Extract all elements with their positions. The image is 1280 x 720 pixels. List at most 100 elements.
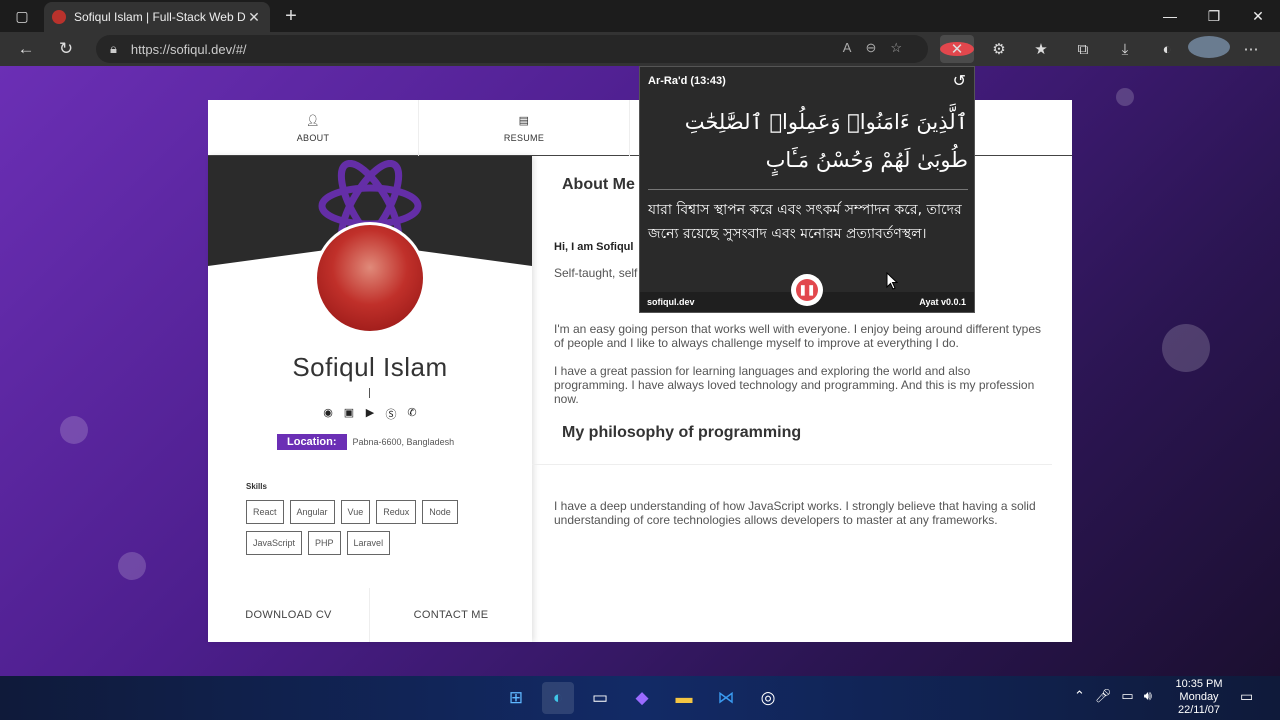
skill-tag: React <box>246 500 284 524</box>
youtube-icon[interactable]: ▶ <box>364 406 377 422</box>
extensions-icon[interactable]: ⚙ <box>978 40 1020 58</box>
volume-icon[interactable]: 🔊︎ <box>1144 688 1152 704</box>
browser-tab[interactable]: Sofiqul Islam | Full-Stack Web De ✕ <box>44 2 270 32</box>
arabic-verse: ٱلَّذِينَ ءَامَنُوا۟ وَعَمِلُوا۟ ٱلصَّٰل… <box>684 110 968 172</box>
phone-icon[interactable]: ✆ <box>406 406 419 422</box>
user-icon: 👤︎ <box>305 114 321 127</box>
download-cv-button[interactable]: DOWNLOAD CV <box>208 588 370 642</box>
system-tray: ⌃ 🎤︎ ▭ 🔊︎ <box>1074 688 1152 704</box>
tab-title: Sofiqul Islam | Full-Stack Web De <box>74 10 246 24</box>
about-heading: About Me <box>562 176 635 193</box>
file-explorer-icon[interactable]: ▬ <box>668 682 700 714</box>
restore-icon[interactable]: ❐ <box>1192 8 1236 25</box>
refresh-ayat-icon[interactable]: ↺ <box>953 71 966 91</box>
skill-tag: Vue <box>340 500 371 524</box>
location-value: Pabna-6600, Bangladesh <box>352 437 455 447</box>
profile-name: Sofiqul Islam <box>292 352 448 382</box>
footer-site[interactable]: sofiqul.dev <box>647 297 695 307</box>
favorites-icon[interactable]: ★ <box>1020 40 1062 58</box>
tab-actions-icon[interactable]: ▢ <box>0 0 44 32</box>
decor-bubble <box>60 416 88 444</box>
resume-icon: ▤ <box>518 114 530 127</box>
skill-tag: PHP <box>308 531 341 555</box>
downloads-icon[interactable]: ⤓ <box>1104 41 1146 58</box>
skill-tag: Angular <box>289 500 335 524</box>
popup-divider <box>648 189 968 190</box>
typing-cursor <box>369 388 370 398</box>
decor-bubble <box>1162 324 1210 372</box>
collections-icon[interactable]: ⧉ <box>1062 41 1104 58</box>
system-clock[interactable]: 10:35 PM Monday 22/11/07 <box>1168 678 1230 717</box>
nav-resume-label: RESUME <box>503 132 545 143</box>
chevron-up-icon[interactable]: ⌃ <box>1074 688 1085 704</box>
contact-me-button[interactable]: CONTACT ME <box>370 588 532 642</box>
network-icon[interactable]: ▭ <box>1121 688 1133 704</box>
lock-icon: 🔒︎ <box>110 41 117 56</box>
skype-icon[interactable]: Ⓢ <box>385 406 398 422</box>
bengali-translation: যারা বিশ্বাস স্থাপন করে এবং সৎকর্ম সম্পা… <box>648 202 962 242</box>
nav-about[interactable]: 👤︎ ABOUT <box>208 100 419 156</box>
ayat-extension-icon[interactable]: ✕ <box>940 35 974 63</box>
terminal-icon[interactable]: ▭ <box>584 682 616 714</box>
linkedin-icon[interactable]: ▣ <box>343 406 356 422</box>
profile-photo <box>314 222 426 334</box>
philosophy-heading: My philosophy of programming <box>562 424 802 441</box>
surah-reference: Ar-Ra'd (13:43) <box>648 75 726 87</box>
skills-title: Skills <box>246 482 267 491</box>
about-paragraph-3: I have a great passion for learning lang… <box>554 364 1035 406</box>
notification-icon[interactable]: ▭ <box>1240 688 1253 705</box>
skills-list: React Angular Vue Redux Node JavaScript … <box>246 500 486 555</box>
profile-avatar[interactable] <box>1188 36 1230 62</box>
social-links: ◉ ▣ ▶ Ⓢ ✆ <box>208 406 532 422</box>
skill-tag: Node <box>422 500 458 524</box>
new-tab-icon[interactable]: + <box>276 5 306 28</box>
about-paragraph-2: I'm an easy going person that works well… <box>554 322 1042 350</box>
windows-start-icon[interactable]: ⊞ <box>500 682 532 714</box>
browser-tab-bar: ▢ Sofiqul Islam | Full-Stack Web De ✕ + … <box>0 0 1280 32</box>
vscode-icon[interactable]: ⋈ <box>710 682 742 714</box>
mouse-cursor-icon <box>886 272 898 290</box>
edge-bar-icon[interactable]: ◐ <box>1146 41 1188 58</box>
philosophy-paragraph: I have a deep understanding of how JavaS… <box>554 499 1036 527</box>
url-text: https://sofiqul.dev/#/ <box>130 41 247 57</box>
skill-tag: Redux <box>376 500 417 524</box>
zoom-out-icon[interactable]: ⊖ <box>865 40 876 56</box>
browser-nav-bar: ← ↻ 🔒︎ https://sofiqul.dev/#/ A ⊖ ☆ ✕ ⚙ … <box>0 32 1280 66</box>
skill-tag: Laravel <box>346 531 391 555</box>
close-window-icon[interactable]: ✕ <box>1236 8 1280 25</box>
address-bar[interactable]: 🔒︎ https://sofiqul.dev/#/ A ⊖ ☆ <box>96 35 928 63</box>
pause-button[interactable]: ❚❚ <box>791 274 823 306</box>
chrome-dev-icon[interactable]: ◎ <box>752 682 784 714</box>
window-controls: — ❐ ✕ <box>1148 8 1280 25</box>
back-icon[interactable]: ← <box>6 39 46 59</box>
read-aloud-icon[interactable]: A <box>843 40 852 56</box>
github-icon[interactable]: ◉ <box>322 406 335 422</box>
decor-bubble <box>1116 88 1134 106</box>
nav-about-label: ABOUT <box>296 132 330 143</box>
clock-date: 22/11/07 <box>1177 704 1220 716</box>
section-divider <box>532 464 1052 465</box>
minimize-icon[interactable]: — <box>1148 8 1192 25</box>
skill-tag: JavaScript <box>246 531 303 555</box>
favorite-add-icon[interactable]: ☆ <box>890 40 902 56</box>
edge-icon[interactable]: ◐ <box>542 682 574 714</box>
pause-icon: ❚❚ <box>796 279 818 301</box>
ayat-popup: Ar-Ra'd (13:43) ↺ ٱلَّذِينَ ءَامَنُوا۟ و… <box>639 66 975 313</box>
microphone-icon[interactable]: 🎤︎ <box>1095 688 1112 704</box>
footer-version: Ayat v0.0.1 <box>919 297 966 307</box>
more-icon[interactable]: ⋯ <box>1230 40 1272 58</box>
profile-actions: DOWNLOAD CV CONTACT ME <box>208 588 532 642</box>
decor-bubble <box>118 552 146 580</box>
windows-taskbar: ⊞ ◐ ▭ ◆ ▬ ⋈ ◎ ⌃ 🎤︎ ▭ 🔊︎ 10:35 PM Monday … <box>0 676 1280 720</box>
site-favicon-icon <box>52 10 66 24</box>
obsidian-icon[interactable]: ◆ <box>626 682 658 714</box>
nav-resume[interactable]: ▤ RESUME <box>419 100 630 156</box>
location-row: Location: Pabna-6600, Bangladesh <box>277 434 454 450</box>
greeting-text: Hi, I am Sofiqul <box>554 241 634 253</box>
profile-panel: Sofiqul Islam ◉ ▣ ▶ Ⓢ ✆ Location: Pabna-… <box>208 156 532 642</box>
clock-time: 10:35 PM <box>1175 678 1223 690</box>
location-label: Location: <box>277 434 347 450</box>
tab-close-icon[interactable]: ✕ <box>246 9 262 26</box>
refresh-icon[interactable]: ↻ <box>46 39 86 59</box>
clock-day: Monday <box>1179 691 1219 703</box>
